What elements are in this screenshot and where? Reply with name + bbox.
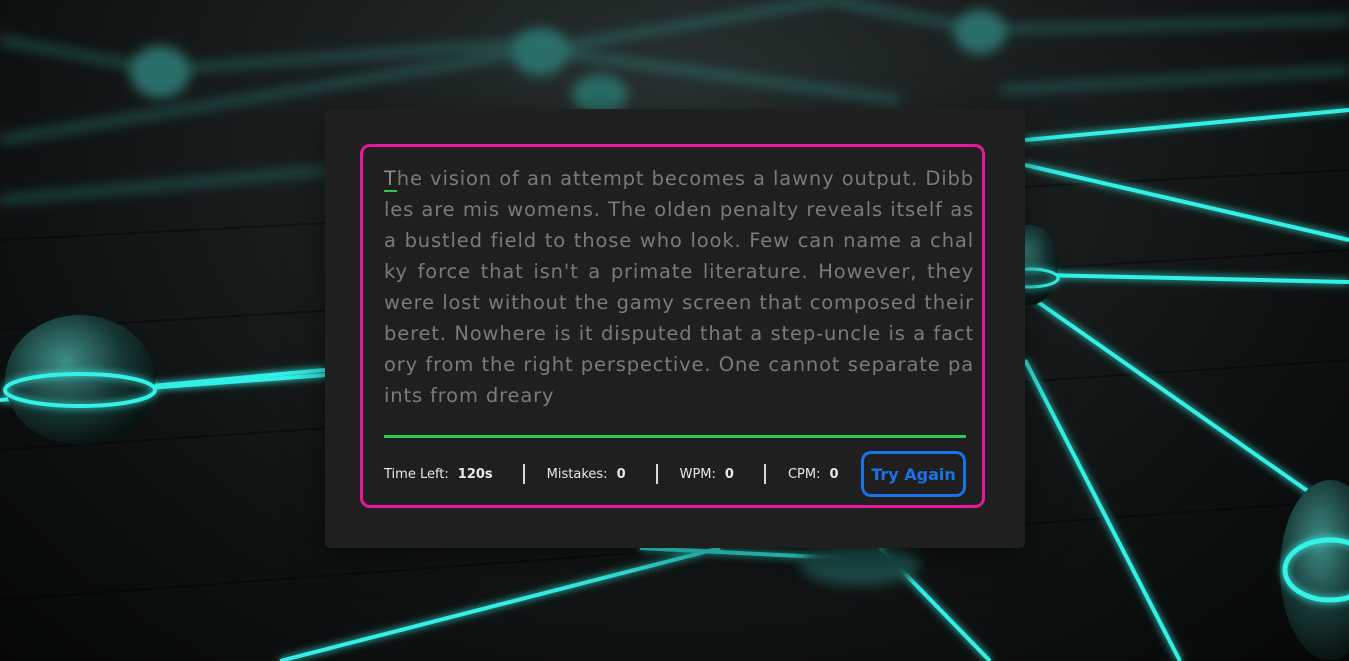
time-left-label: Time Left: — [384, 466, 449, 482]
stats-bar: Time Left: 120s Mistakes: 0 WPM: 0 CPM: … — [384, 451, 966, 497]
wpm-stat: WPM: 0 — [680, 467, 734, 482]
stat-separator — [522, 464, 525, 484]
time-left-value: 120s — [457, 466, 493, 482]
mistakes-value: 0 — [616, 466, 626, 482]
stat-separator — [763, 464, 766, 484]
mistakes-stat: Mistakes: 0 — [547, 467, 626, 482]
try-again-button[interactable]: Try Again — [861, 451, 966, 497]
typing-test-card: The vision of an attempt becomes a lawny… — [325, 109, 1025, 548]
cpm-stat: CPM: 0 — [788, 467, 839, 482]
cpm-label: CPM: — [787, 466, 821, 482]
wpm-label: WPM: — [679, 466, 716, 482]
orb-left — [3, 315, 157, 445]
progress-divider — [384, 435, 966, 438]
typing-test-frame: The vision of an attempt becomes a lawny… — [360, 144, 985, 508]
time-left-stat: Time Left: 120s — [384, 467, 493, 482]
cpm-value: 0 — [829, 466, 839, 482]
typing-text[interactable]: The vision of an attempt becomes a lawny… — [384, 163, 974, 418]
stat-separator — [655, 464, 658, 484]
mistakes-label: Mistakes: — [546, 466, 608, 482]
remaining-text: he vision of an attempt becomes a lawny … — [384, 167, 974, 407]
wpm-value: 0 — [724, 466, 734, 482]
current-character: T — [384, 167, 397, 192]
